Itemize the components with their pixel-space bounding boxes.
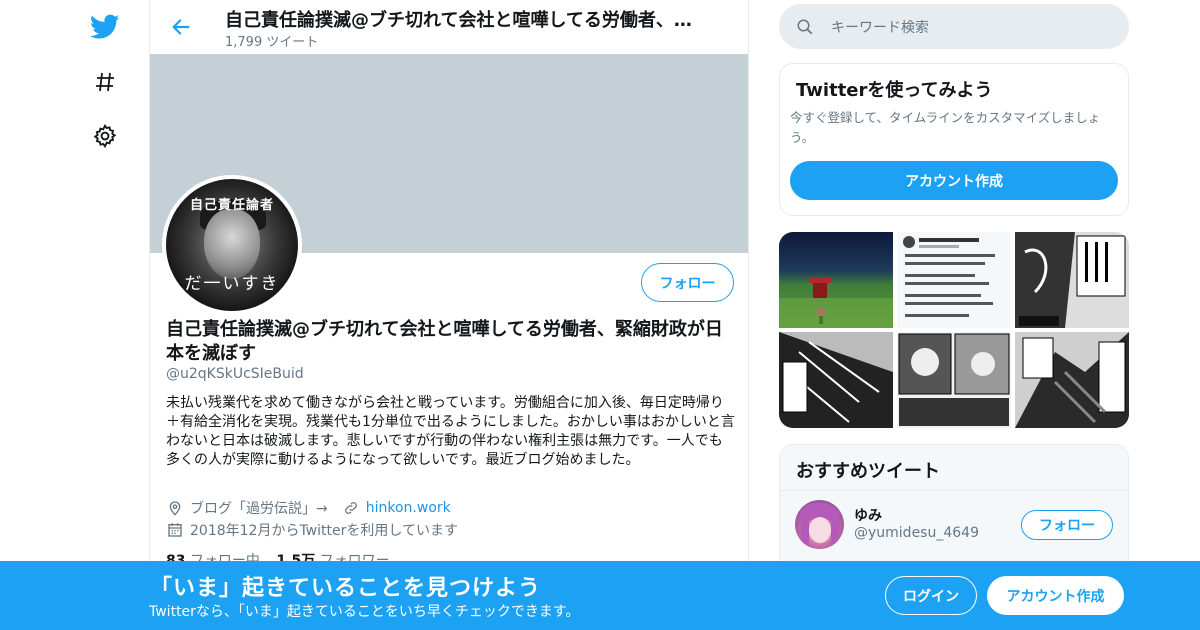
signup-card-title: Twitterを使ってみよう: [796, 80, 993, 101]
recommended-user-avatar[interactable]: [795, 500, 844, 549]
prompt-title: 「いま」起きていることを見つけよう: [150, 576, 542, 601]
media-tile-anime[interactable]: [779, 232, 893, 328]
login-button[interactable]: ログイン: [885, 576, 977, 615]
recommend-title: おすすめツイート: [796, 461, 940, 482]
signup-button[interactable]: アカウント作成: [987, 576, 1124, 615]
back-arrow-icon[interactable]: [166, 12, 196, 42]
follow-button[interactable]: フォロー: [641, 263, 734, 302]
profile-meta-joined: 2018年12月からTwitterを利用しています: [166, 520, 458, 540]
recommended-follow-button[interactable]: フォロー: [1021, 510, 1113, 540]
profile-bio: 未払い残業代を求めて働きながら会社と戦っています。労働組合に加入後、毎日定時帰り…: [166, 395, 735, 468]
media-tile-manga-1[interactable]: [1015, 232, 1129, 328]
profile-header-bar: 自己責任論撲滅@ブチ切れて会社と喧嘩してる労働者、緊縮財政が日本を滅ぼす 1,7…: [150, 0, 748, 54]
media-tile-manga-3[interactable]: [897, 332, 1011, 428]
display-name: 自己責任論撲滅@ブチ切れて会社と喧嘩してる労働者、緊縮財政が日本を滅ぼす: [166, 319, 723, 364]
create-account-button[interactable]: アカウント作成: [790, 161, 1118, 200]
header-title: 自己責任論撲滅@ブチ切れて会社と喧嘩してる労働者、緊縮財政が日本を滅ぼす: [225, 10, 695, 31]
link-icon: [342, 499, 360, 517]
search-placeholder: キーワード検索: [831, 19, 929, 36]
search-input[interactable]: キーワード検索: [779, 4, 1129, 49]
profile-meta-location: ブログ「過労伝説」→ hinkon.work: [166, 498, 451, 518]
recommended-user-name[interactable]: ゆみ: [854, 505, 882, 525]
gear-icon[interactable]: [88, 119, 122, 153]
profile-url[interactable]: hinkon.work: [366, 500, 451, 516]
recommended-user-handle: @yumidesu_4649: [854, 525, 979, 541]
search-icon: [795, 17, 815, 37]
media-tile-manga-2[interactable]: [779, 332, 893, 428]
profile-column: 自己責任論撲滅@ブチ切れて会社と喧嘩してる労働者、緊縮財政が日本を滅ぼす 1,7…: [149, 0, 749, 630]
media-grid: [779, 232, 1129, 428]
location-text: ブログ「過労伝説」→: [190, 501, 328, 517]
prompt-subtitle: Twitterなら、「いま」起きていることをいち早くチェックできます。: [149, 604, 580, 620]
signup-card-description: 今すぐ登録して、タイムラインをカスタマイズしましょう。: [790, 110, 1101, 145]
profile-avatar[interactable]: 自己責任論者 だ一いすき: [162, 175, 302, 315]
avatar-text-top: 自己責任論者: [189, 198, 274, 213]
hashtag-icon[interactable]: [88, 65, 122, 99]
media-tile-tweet-screenshot[interactable]: [897, 232, 1011, 328]
left-nav: [0, 0, 149, 630]
avatar-text-bottom: だ一いすき: [184, 274, 280, 294]
joined-date: 2018年12月からTwitterを利用しています: [190, 523, 458, 539]
user-handle: @u2qKSkUcSIeBuid: [166, 366, 304, 382]
signup-card: Twitterを使ってみよう 今すぐ登録して、タイムラインをカスタマイズしましょ…: [779, 63, 1129, 216]
media-tile-manga-4[interactable]: [1015, 332, 1129, 428]
signup-prompt-bar: 「いま」起きていることを見つけよう Twitterなら、「いま」起きていることを…: [0, 561, 1200, 630]
recommend-divider: [780, 490, 1128, 491]
calendar-icon: [166, 521, 184, 539]
twitter-logo-icon[interactable]: [88, 10, 122, 44]
location-pin-icon: [166, 499, 184, 517]
tweet-count: 1,799 ツイート: [225, 35, 319, 50]
